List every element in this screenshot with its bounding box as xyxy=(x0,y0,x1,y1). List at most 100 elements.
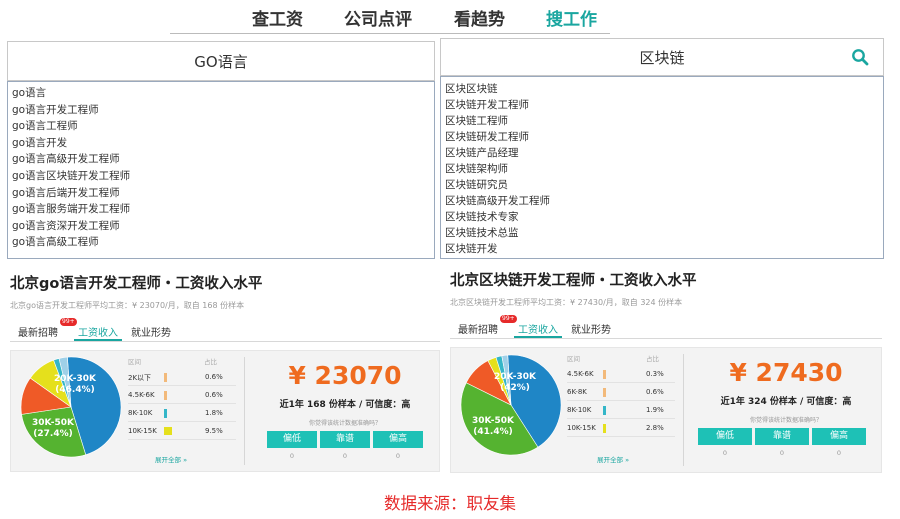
tab-salary-income[interactable]: 工资收入 xyxy=(514,321,562,338)
vote-count: 0 xyxy=(722,449,728,457)
row-pct: 9.5% xyxy=(205,427,223,435)
new-jobs-badge: 99+ xyxy=(500,315,517,323)
pie-label: (41.4%) xyxy=(473,427,512,437)
left-suggestion-item[interactable]: go语言高级工程师 xyxy=(8,234,434,251)
pie-label: 30K-50K xyxy=(472,416,515,426)
table-row: 8K-10K 1.9% xyxy=(567,403,677,419)
salary-summary: ¥ 23070 近1年 168 份样本 / 可信度：高 你觉得该统计数据准确吗？… xyxy=(251,351,439,471)
row-pct: 1.8% xyxy=(205,409,223,417)
panel-divider xyxy=(244,357,245,465)
vote-high-button[interactable]: 偏高 xyxy=(373,431,423,448)
left-suggestion-item[interactable]: go语言工程师 xyxy=(8,118,434,135)
nav-tab-search-jobs[interactable]: 搜工作 xyxy=(546,5,597,30)
right-suggestion-item[interactable]: 区块链技术总监 xyxy=(441,225,883,241)
salary-pie-chart: 20K-30K(46.4%) 30K-50K(27.4%) xyxy=(20,356,122,458)
left-suggestion-item[interactable]: go语言服务端开发工程师 xyxy=(8,201,434,218)
vote-accurate-button[interactable]: 靠谱 xyxy=(755,428,809,445)
left-search-input[interactable] xyxy=(8,42,434,80)
right-suggestion-item[interactable]: 区块链开发 xyxy=(441,241,883,257)
row-range: 8K-10K xyxy=(128,409,153,417)
right-suggestion-item[interactable]: 区块区块链 xyxy=(441,81,883,97)
right-suggestion-item[interactable]: 区块链开发工程师 xyxy=(441,97,883,113)
left-suggestion-item[interactable]: go语言资深开发工程师 xyxy=(8,218,434,235)
average-salary: ¥ 27430 xyxy=(729,358,843,387)
left-suggestion-item[interactable]: go语言开发工程师 xyxy=(8,102,434,119)
left-suggestion-item[interactable]: go语言高级开发工程师 xyxy=(8,151,434,168)
right-suggestion-item[interactable]: 区块链研究员 xyxy=(441,177,883,193)
tab-employment[interactable]: 就业形势 xyxy=(571,321,611,336)
left-suggestion-item[interactable]: go语言区块链开发工程师 xyxy=(8,168,434,185)
left-suggestion-item[interactable]: go语言开发 xyxy=(8,135,434,152)
col-header-pct: 占比 xyxy=(646,355,659,363)
right-suggestion-item[interactable]: 区块链研发工程师 xyxy=(441,129,883,145)
table-row: 8K-10K 1.8% xyxy=(128,406,238,422)
tab-divider xyxy=(10,341,440,342)
row-pct: 0.6% xyxy=(646,388,664,396)
col-header-pct: 占比 xyxy=(204,358,217,366)
data-source: 数据来源：职友集 xyxy=(384,494,516,513)
card-title: 北京区块链开发工程师・工资收入水平 xyxy=(450,273,697,289)
vote-count: 0 xyxy=(289,452,295,460)
table-row: 10K-15K 2.8% xyxy=(567,421,677,437)
salary-card-right: 北京区块链开发工程师・工资收入水平 北京区块链开发工程师平均工资：¥ 27430… xyxy=(450,269,882,475)
top-nav: 查工资 公司点评 看趋势 搜工作 xyxy=(0,0,900,34)
vote-high-button[interactable]: 偏高 xyxy=(812,428,866,445)
tab-employment[interactable]: 就业形势 xyxy=(131,324,171,339)
tab-salary-income[interactable]: 工资收入 xyxy=(74,324,122,341)
col-header-range: 区间 xyxy=(567,355,580,363)
row-range: 4.5K-6K xyxy=(567,370,594,378)
row-pct: 2.8% xyxy=(646,424,664,432)
pie-label: (27.4%) xyxy=(33,429,72,439)
nav-tab-salary[interactable]: 查工资 xyxy=(252,5,303,30)
vote-count: 0 xyxy=(342,452,348,460)
right-suggestion-item[interactable]: 区块链技术专家 xyxy=(441,209,883,225)
row-bar xyxy=(164,373,167,382)
accuracy-question: 你觉得该统计数据准确吗？ xyxy=(308,420,381,427)
vote-accurate-button[interactable]: 靠谱 xyxy=(320,431,370,448)
pie-label: 20K-30K xyxy=(494,372,537,382)
right-search-input[interactable] xyxy=(441,39,883,75)
right-suggestion-item[interactable]: 区块链工程师 xyxy=(441,113,883,129)
pie-label: 20K-30K xyxy=(54,374,97,384)
card-body: 20K-30K (42%) 30K-50K (41.4%) 区间 占比 4.5K-6K… xyxy=(450,347,882,473)
show-all-link[interactable]: 展开全部 » xyxy=(597,454,629,464)
search-icon[interactable] xyxy=(851,48,869,66)
tab-latest-jobs[interactable]: 最新招聘 xyxy=(18,324,58,339)
right-suggestion-item[interactable]: 区块链架构师 xyxy=(441,161,883,177)
table-row: 4.5K-6K 0.6% xyxy=(128,388,238,404)
accuracy-question: 你觉得该统计数据准确吗？ xyxy=(749,417,822,424)
vote-low-button[interactable]: 偏低 xyxy=(267,431,317,448)
average-salary: ¥ 23070 xyxy=(288,361,402,390)
panel-divider xyxy=(683,354,684,466)
row-bar xyxy=(603,370,606,379)
pie-label: 30K-50K xyxy=(32,418,75,428)
row-bar xyxy=(164,409,167,418)
row-range: 8K-10K xyxy=(567,406,592,414)
show-all-link[interactable]: 展开全部 » xyxy=(155,454,187,464)
nav-tab-company-review[interactable]: 公司点评 xyxy=(344,5,412,30)
table-row: 10K-15K 9.5% xyxy=(128,424,238,440)
row-bar xyxy=(603,424,606,433)
row-range: 2K以下 xyxy=(128,374,152,382)
nav-tab-trends[interactable]: 看趋势 xyxy=(454,5,505,30)
sample-info: 近1年 324 份样本 / 可信度：高 xyxy=(720,397,852,407)
pie-label: (42%) xyxy=(500,383,530,393)
tab-divider xyxy=(450,338,882,339)
card-title: 北京go语言开发工程师・工资收入水平 xyxy=(10,276,263,292)
sample-info: 近1年 168 份样本 / 可信度：高 xyxy=(279,400,411,410)
salary-pie-chart: 20K-30K(42%) 30K-50K(41.4%) xyxy=(460,354,562,456)
table-row: 2K以下 0.6% xyxy=(128,370,238,386)
tab-latest-jobs[interactable]: 最新招聘 xyxy=(458,321,498,336)
right-suggestion-item[interactable]: 区块链高级开发工程师 xyxy=(441,193,883,209)
salary-summary: ¥ 27430 近1年 324 份样本 / 可信度：高 你觉得该统计数据准确吗？… xyxy=(691,348,881,472)
vote-count: 0 xyxy=(836,449,842,457)
left-suggestion-item[interactable]: go语言 xyxy=(8,85,434,102)
vote-low-button[interactable]: 偏低 xyxy=(698,428,752,445)
row-bar xyxy=(603,388,606,397)
row-range: 4.5K-6K xyxy=(128,391,155,399)
card-subtitle: 北京区块链开发工程师平均工资：¥ 27430/月，取自 324 份样本 xyxy=(450,298,683,307)
right-search-box xyxy=(440,38,884,76)
table-row: 4.5K-6K 0.3% xyxy=(567,367,677,383)
right-suggestion-item[interactable]: 区块链产品经理 xyxy=(441,145,883,161)
left-suggestion-item[interactable]: go语言后端开发工程师 xyxy=(8,185,434,202)
